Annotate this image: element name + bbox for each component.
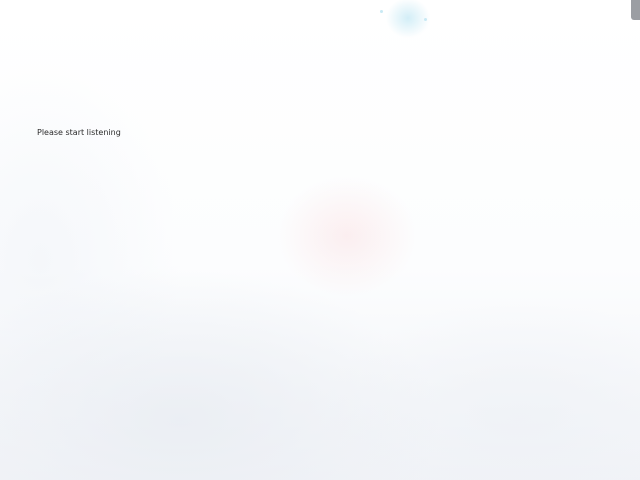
decorative-sparkle-icon — [424, 18, 427, 21]
background — [0, 0, 640, 480]
decorative-sparkle-icon — [380, 10, 383, 13]
listening-prompt: Please start listening — [37, 128, 121, 137]
scrollbar-thumb[interactable] — [631, 0, 640, 20]
